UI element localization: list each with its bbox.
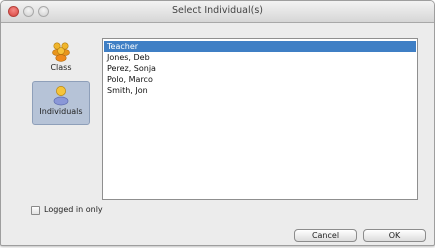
- group-people-icon: [52, 42, 70, 62]
- list-item[interactable]: Perez, Sonja: [104, 63, 416, 74]
- dialog-window: Select Individual(s) Class Individuals T…: [0, 0, 435, 246]
- sidebar-item-label: Class: [50, 63, 72, 72]
- list-item[interactable]: Teacher: [104, 41, 416, 52]
- title-bar[interactable]: Select Individual(s): [1, 1, 434, 23]
- list-item[interactable]: Smith, Jon: [104, 85, 416, 96]
- person-icon: [53, 86, 69, 106]
- list-item[interactable]: Polo, Marco: [104, 74, 416, 85]
- sidebar-item-individuals[interactable]: Individuals: [32, 81, 90, 125]
- cancel-button[interactable]: Cancel: [294, 229, 357, 242]
- sidebar-item-label: Individuals: [39, 107, 83, 116]
- window-title: Select Individual(s): [172, 5, 263, 16]
- logged-in-only-label: Logged in only: [44, 205, 103, 214]
- sidebar-item-class[interactable]: Class: [32, 38, 90, 82]
- ok-button[interactable]: OK: [363, 229, 426, 242]
- selection-mode-sidebar: Class Individuals: [28, 34, 94, 204]
- logged-in-only-checkbox[interactable]: [31, 206, 40, 215]
- individuals-list[interactable]: Teacher Jones, Deb Perez, Sonja Polo, Ma…: [102, 38, 418, 200]
- list-item[interactable]: Jones, Deb: [104, 52, 416, 63]
